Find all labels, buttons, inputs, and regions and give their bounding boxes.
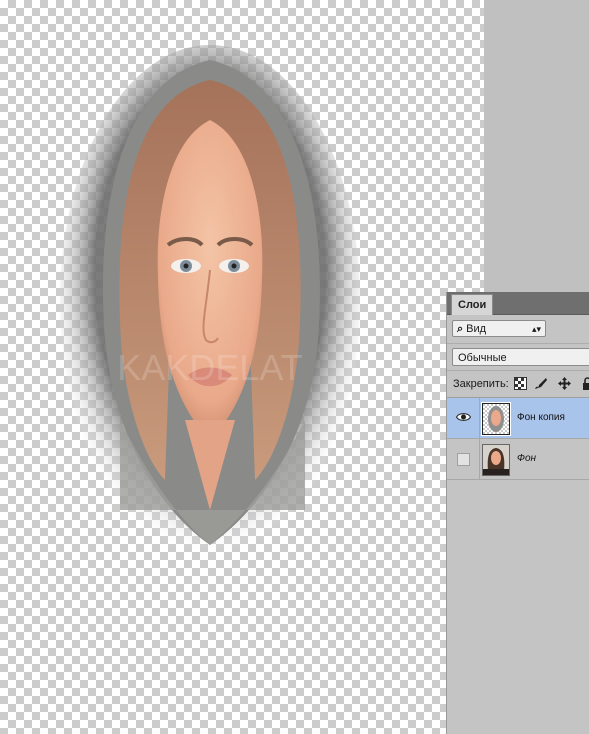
document-canvas[interactable]: KAKDELAT bbox=[0, 0, 484, 734]
visibility-column bbox=[447, 398, 480, 438]
filter-label: Вид bbox=[466, 323, 487, 335]
layer-name[interactable]: Фон копия bbox=[517, 398, 565, 438]
lock-row: Закрепить: bbox=[447, 371, 589, 398]
layer-thumbnail bbox=[481, 402, 511, 436]
eye-icon[interactable] bbox=[456, 411, 471, 423]
layer-row-background-copy[interactable]: Фон копия bbox=[447, 398, 589, 439]
lock-transparent-pixels-icon[interactable] bbox=[514, 377, 527, 390]
layers-panel: Слои ⌕ Вид ▴▾ Обычные Закрепить: Фон коп… bbox=[446, 292, 589, 734]
panel-tab-bar: Слои bbox=[447, 292, 589, 315]
layers-empty-area bbox=[447, 504, 589, 734]
blend-mode-dropdown[interactable]: Обычные bbox=[452, 348, 589, 366]
layer-row-background[interactable]: Фон bbox=[447, 439, 589, 480]
updown-arrows-icon: ▴▾ bbox=[531, 324, 541, 334]
watermark-text: KAKDELAT bbox=[117, 347, 302, 388]
layer-thumbnail bbox=[482, 444, 510, 476]
portrait-photo: KAKDELAT bbox=[60, 45, 360, 555]
lock-label: Закрепить: bbox=[453, 378, 509, 390]
lock-image-pixels-icon[interactable] bbox=[534, 377, 547, 390]
layer-filter-dropdown[interactable]: ⌕ Вид ▴▾ bbox=[452, 320, 546, 337]
tab-layers[interactable]: Слои bbox=[451, 294, 494, 315]
filter-row: ⌕ Вид ▴▾ bbox=[447, 315, 589, 344]
visibility-column bbox=[447, 439, 480, 479]
search-icon: ⌕ bbox=[457, 323, 464, 335]
layer-name[interactable]: Фон bbox=[517, 439, 536, 479]
lock-all-icon[interactable] bbox=[581, 377, 589, 390]
blend-row: Обычные bbox=[447, 344, 589, 371]
lock-position-icon[interactable] bbox=[558, 377, 571, 390]
visibility-toggle-box[interactable] bbox=[457, 453, 470, 466]
